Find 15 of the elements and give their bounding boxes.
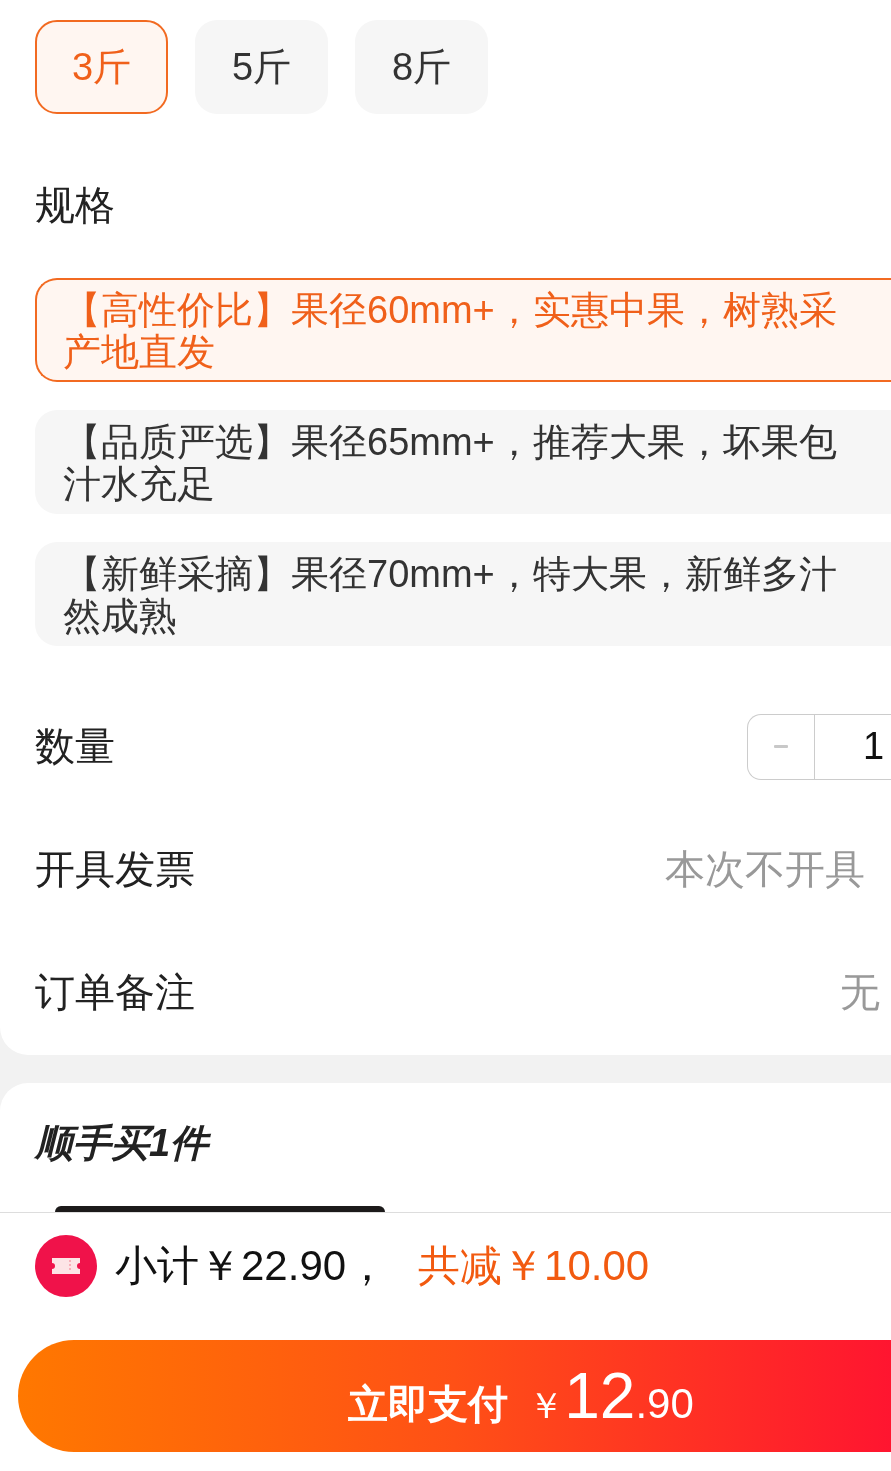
ticket-icon bbox=[35, 1235, 97, 1297]
minus-icon bbox=[774, 745, 788, 748]
add-on-title: 顺手买1件 bbox=[35, 1121, 209, 1166]
subtotal-text: 小计￥22.90， bbox=[115, 1241, 389, 1291]
pay-now-button[interactable]: 立即支付 ￥12.90 bbox=[18, 1340, 891, 1452]
section-title: 规格 bbox=[35, 182, 115, 229]
weight-option[interactable]: 5斤 bbox=[195, 20, 328, 114]
weight-option[interactable]: 8斤 bbox=[355, 20, 488, 114]
spec-option[interactable]: 【新鲜采摘】果径70mm+，特大果，新鲜多汁 然成熟 bbox=[35, 542, 891, 646]
spec-option[interactable]: 【品质严选】果径65mm+，推荐大果，坏果包 汁水充足 bbox=[35, 410, 891, 514]
order-note-label: 订单备注 bbox=[35, 969, 195, 1016]
quantity-field[interactable]: 1 bbox=[815, 714, 891, 779]
discount-text: 共减￥10.00 bbox=[418, 1241, 650, 1291]
quantity-label: 数量 bbox=[35, 723, 115, 770]
invoice-label: 开具发票 bbox=[35, 846, 195, 893]
